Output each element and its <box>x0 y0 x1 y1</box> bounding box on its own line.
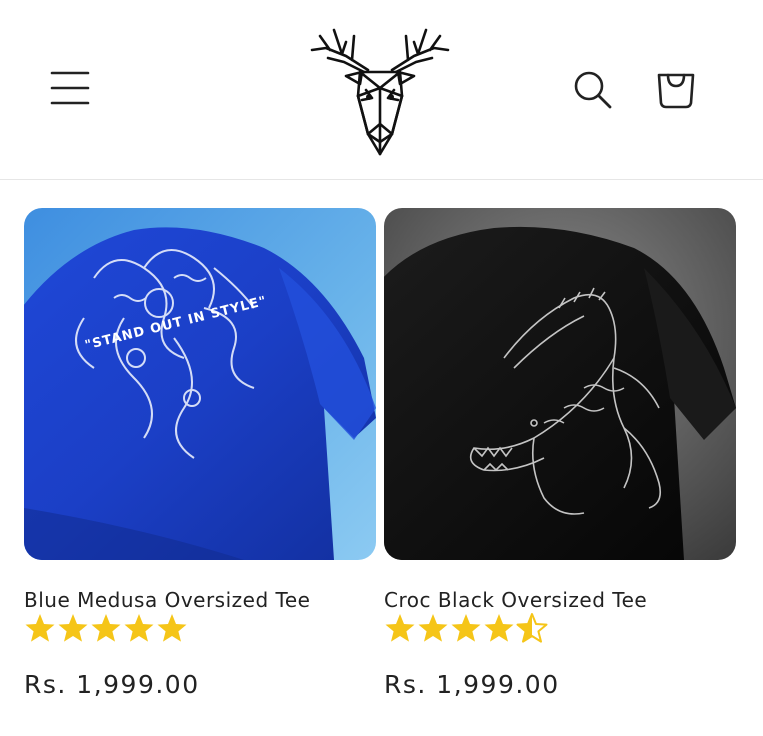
product-rating <box>24 612 194 646</box>
star-icon <box>157 614 187 642</box>
search-button[interactable] <box>570 67 616 113</box>
product-title[interactable]: Croc Black Oversized Tee <box>384 588 647 612</box>
product-price: Rs. 1,999.00 <box>24 670 200 699</box>
half-star-icon <box>516 613 548 643</box>
product-rating <box>384 612 554 646</box>
star-icon <box>91 614 121 642</box>
star-icon <box>58 614 88 642</box>
menu-button[interactable] <box>46 64 94 112</box>
star-icon <box>451 614 481 642</box>
brand-logo[interactable] <box>306 14 454 162</box>
product-card-croc-black[interactable]: Croc Black Oversized Tee Rs. 1,999.00 <box>384 208 736 699</box>
product-image-croc-black[interactable] <box>384 208 736 560</box>
site-header <box>0 0 763 180</box>
blue-medusa-tee-image: "STAND OUT IN STYLE" <box>24 208 376 560</box>
product-price: Rs. 1,999.00 <box>384 670 560 699</box>
star-icon <box>25 614 55 642</box>
star-icon <box>418 614 448 642</box>
product-card-blue-medusa[interactable]: "STAND OUT IN STYLE" Blue Medusa Oversiz… <box>24 208 376 699</box>
croc-black-tee-image <box>384 208 736 560</box>
rating-stars <box>385 613 548 643</box>
star-icon <box>124 614 154 642</box>
shopping-bag-icon <box>657 73 695 109</box>
product-image-blue-medusa[interactable]: "STAND OUT IN STYLE" <box>24 208 376 560</box>
hamburger-menu-icon <box>50 71 90 105</box>
rating-stars <box>25 614 187 642</box>
star-icon <box>385 614 415 642</box>
star-icon <box>484 614 514 642</box>
search-icon <box>574 71 612 109</box>
cart-button[interactable] <box>651 64 701 114</box>
stag-logo-icon <box>310 28 450 156</box>
product-title[interactable]: Blue Medusa Oversized Tee <box>24 588 310 612</box>
